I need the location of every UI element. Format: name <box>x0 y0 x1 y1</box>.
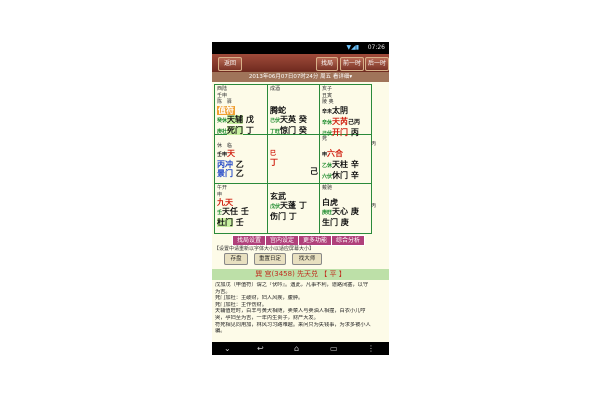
palace-grid: 西陆 壬申 陈 驿 值符 癸休天辅 戊 庚杜死门 丁 成酒 腾蛇 己伏天英 癸 … <box>214 84 372 234</box>
phone-screen: ▼◢▮ 07:26 返回 找局 前一时 后一时 2013年06月07日07时24… <box>212 42 389 355</box>
status-bar: ▼◢▮ 07:26 <box>212 42 389 54</box>
save-button[interactable]: 存盘 <box>224 253 248 265</box>
side-marker: 丙 <box>371 141 377 147</box>
next-hour-button[interactable]: 后一时 <box>365 57 389 71</box>
recent-apps-icon[interactable]: ▭ <box>330 344 338 353</box>
palace-cell-n[interactable]: 成酒 腾蛇 己伏天英 癸 丁旺惊门 癸 <box>270 86 318 137</box>
back-button[interactable]: 返回 <box>218 57 242 71</box>
chevron-down-icon[interactable]: ⌄ <box>224 344 231 353</box>
side-marker: 丙 <box>371 203 377 209</box>
status-time: 07:26 <box>367 44 385 51</box>
prev-hour-button[interactable]: 前一时 <box>340 57 364 71</box>
palace-cell-w[interactable]: 休 临 壬申天 丙冲 乙 景门 乙 <box>217 136 266 179</box>
signal-icon: ▼◢▮ <box>346 44 359 51</box>
analysis-button[interactable]: 综合分析 <box>331 235 365 246</box>
home-icon[interactable]: ⌂ <box>294 344 299 353</box>
search-button[interactable]: 找局 <box>316 57 338 71</box>
nav-bar: ⌄ ↩ ⌂ ▭ ⋮ <box>212 342 389 355</box>
palace-cell-ne[interactable]: 亥子 丑寅 陵 奥 辛未太阴 辛休天芮己丙 己伏开门 丙 <box>322 86 370 139</box>
back-icon[interactable]: ↩ <box>257 344 264 353</box>
palace-cell-sw[interactable]: 午开 申 九天 壬天任 壬 杜门 壬 <box>217 185 266 227</box>
description-text: 戊加戊（甲值符）谓之『伏吟』。遇此，凡事不利，道路闭塞，以守 为吉。 死门加杜：… <box>215 282 371 335</box>
palace-cell-e[interactable]: 死 申六合 乙休天柱 辛 六伏休门 辛 <box>322 136 370 182</box>
toolbar: 返回 找局 前一时 后一时 <box>212 54 389 72</box>
palace-cell-nw[interactable]: 西陆 壬申 陈 驿 值符 癸休天辅 戊 庚杜死门 丁 <box>217 86 266 137</box>
palace-cell-s[interactable]: 玄武 戊伏天蓬 丁 伤门 丁 <box>270 185 318 221</box>
palace-title: 巽 宫(3458) 先天兑 【 平 】 <box>212 269 389 280</box>
date-line[interactable]: 2013年06月07日07时24分 周五 看详细▾ <box>212 72 389 82</box>
hint-text: 【设置中请重新以字体大小以适应屏幕大小】 <box>214 246 315 252</box>
restore-button[interactable]: 重置日定 <box>254 253 286 265</box>
palace-cell-center[interactable]: 巳 丁 己 <box>270 136 318 176</box>
action-bar: 找局设置 宫内设定 更多功能 综合分析 <box>212 235 389 246</box>
palace-cell-se[interactable]: 戴驰 白虎 庚旺天心 庚 生门 庚 <box>322 185 370 227</box>
qimen-board: 西陆 壬申 陈 驿 值符 癸休天辅 戊 庚杜死门 丁 成酒 腾蛇 己伏天英 癸 … <box>212 82 389 245</box>
menu-icon[interactable]: ⋮ <box>367 344 375 353</box>
find-master-button[interactable]: 找大师 <box>292 253 322 265</box>
